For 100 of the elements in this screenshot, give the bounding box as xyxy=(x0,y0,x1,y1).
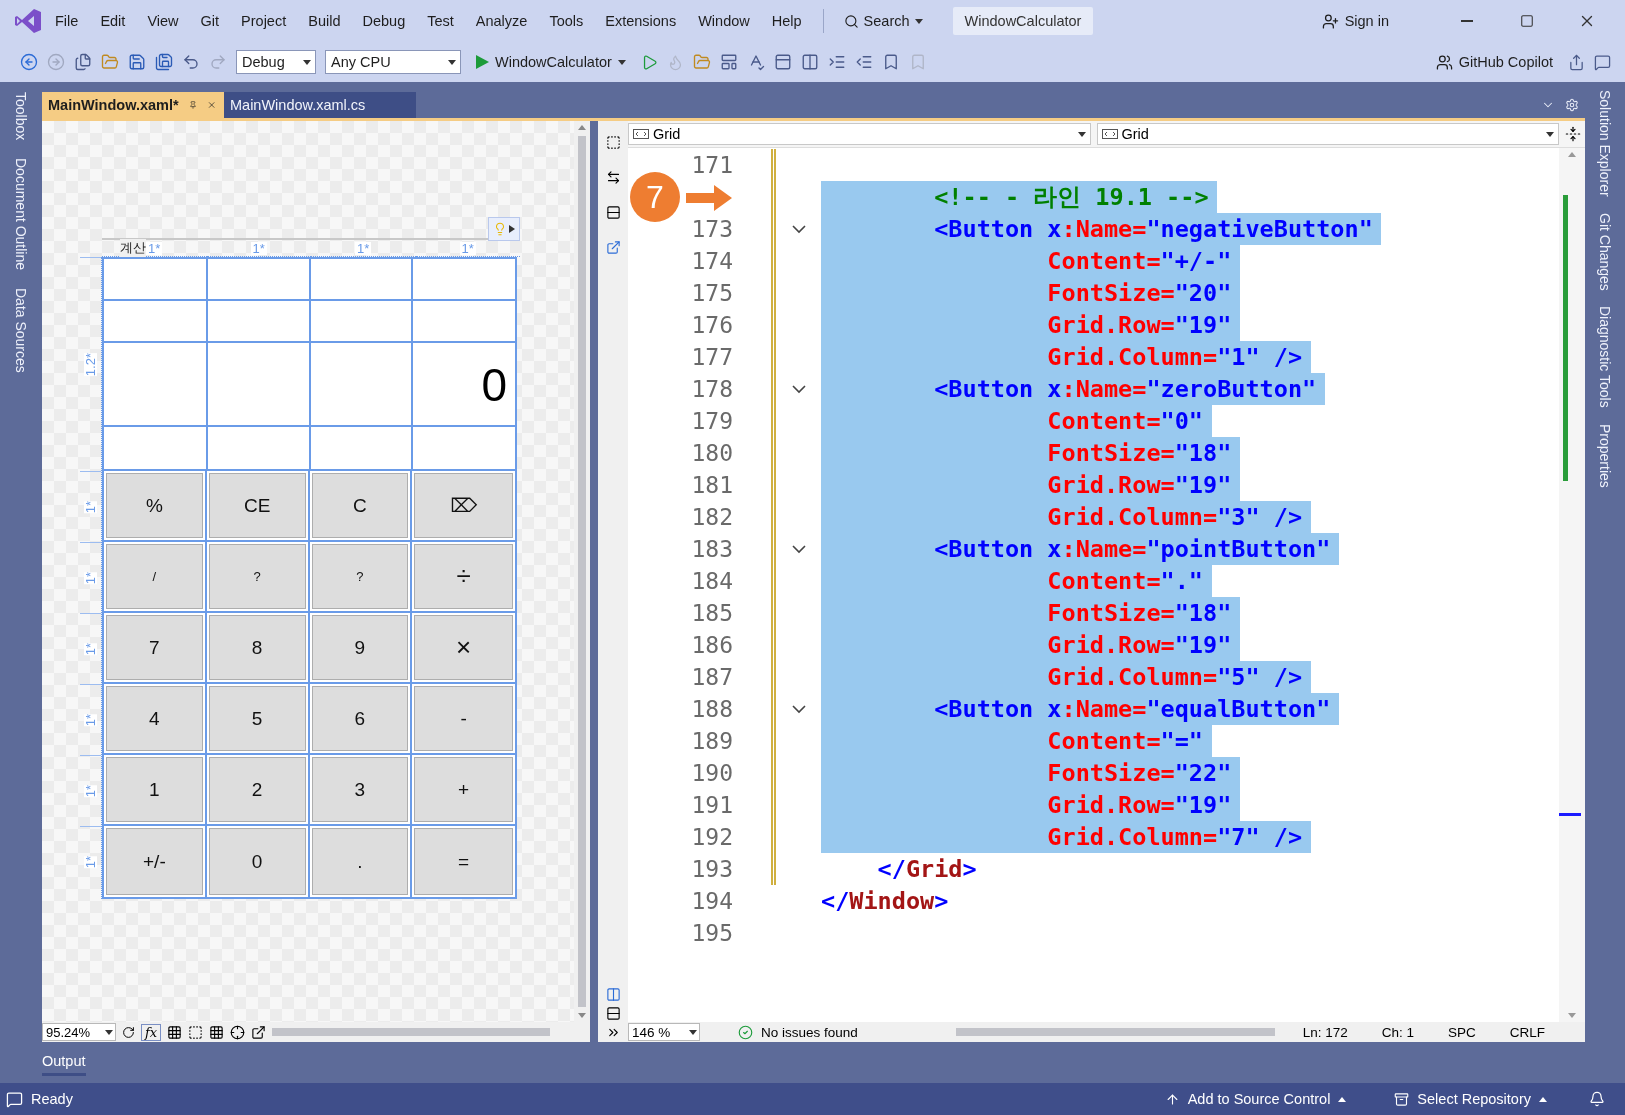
new-item-icon[interactable] xyxy=(74,53,92,71)
chevron-down-icon[interactable] xyxy=(792,224,806,234)
tool-window-tab[interactable]: Properties xyxy=(1597,424,1613,488)
refresh-icon[interactable] xyxy=(122,1025,135,1039)
calculator-button[interactable]: 5 xyxy=(208,686,306,751)
calculator-button[interactable]: + xyxy=(414,757,513,822)
tool-window-tab[interactable]: Toolbox xyxy=(13,92,29,141)
menu-item[interactable]: Help xyxy=(762,9,811,33)
tool-window-tab[interactable]: Diagnostic Tools xyxy=(1597,306,1613,409)
calculator-button[interactable]: 4 xyxy=(106,686,203,751)
calculator-button[interactable]: ÷ xyxy=(414,544,513,609)
outdent-icon[interactable] xyxy=(854,53,873,71)
document-tab[interactable]: MainWindow.xaml* xyxy=(42,92,224,118)
menu-item[interactable]: Edit xyxy=(91,9,135,33)
repository-button[interactable]: Select Repository xyxy=(1388,1090,1553,1108)
chevron-down-icon[interactable] xyxy=(792,544,806,554)
calculator-grid[interactable]: 0 % CE C ⌦ / ? ? ÷ 7 8 9 × 4 5 6 - 1 2 3 + +/- 0 . = xyxy=(102,257,517,899)
menu-item[interactable]: Git xyxy=(191,9,229,33)
calculator-button[interactable]: 7 xyxy=(106,615,203,680)
calculator-button[interactable]: 6 xyxy=(311,686,409,751)
menu-item[interactable]: Tools xyxy=(540,9,593,33)
horizontal-scrollbar[interactable] xyxy=(955,1027,1275,1037)
layout-icon[interactable] xyxy=(719,53,738,71)
tool-window-tab[interactable]: Data Sources xyxy=(13,288,29,374)
menu-item[interactable]: Analyze xyxy=(466,9,537,33)
calculator-button[interactable]: 8 xyxy=(208,615,306,680)
zoom-dropdown[interactable]: 146 % xyxy=(628,1023,700,1041)
copilot-button[interactable]: GitHub Copilot xyxy=(1429,52,1559,72)
element-dropdown[interactable]: Grid xyxy=(1096,123,1559,145)
pin-icon[interactable] xyxy=(188,99,197,111)
calculator-button[interactable]: . xyxy=(311,828,409,895)
dashed-square-icon[interactable] xyxy=(188,1024,204,1040)
calculator-button[interactable]: CE xyxy=(208,473,306,538)
start-button[interactable]: WindowCalculator xyxy=(470,53,632,71)
search-button[interactable]: Search xyxy=(835,9,931,33)
calculator-button[interactable]: 9 xyxy=(311,615,409,680)
menu-item[interactable]: Project xyxy=(232,9,296,33)
calculator-button[interactable]: = xyxy=(414,828,513,895)
sign-in-button[interactable]: Sign in xyxy=(1315,11,1395,31)
dashed-square-icon[interactable] xyxy=(605,135,621,150)
calculator-button[interactable]: +/- xyxy=(106,828,203,895)
tool-window-tab[interactable]: Git Changes xyxy=(1597,212,1613,291)
external-link-icon[interactable] xyxy=(251,1024,267,1040)
menu-item[interactable]: Debug xyxy=(353,9,415,33)
crosshair-icon[interactable] xyxy=(230,1024,246,1040)
columns-icon[interactable] xyxy=(800,53,819,71)
calculator-button[interactable]: × xyxy=(414,615,513,680)
calculator-button[interactable]: % xyxy=(106,473,203,538)
back-icon[interactable] xyxy=(20,53,38,71)
output-tab[interactable]: Output xyxy=(42,1049,86,1076)
feedback-icon[interactable] xyxy=(1594,53,1611,71)
rows-icon[interactable] xyxy=(605,1006,621,1021)
calculator-button[interactable]: - xyxy=(414,686,513,751)
menu-item[interactable]: Window xyxy=(689,9,759,33)
swap-icon[interactable] xyxy=(605,170,621,185)
calculator-button[interactable]: 3 xyxy=(311,757,409,822)
panel-icon[interactable] xyxy=(773,53,792,71)
calculator-button[interactable]: ⌦ xyxy=(414,473,513,538)
tool-window-tab[interactable]: Solution Explorer xyxy=(1597,90,1613,197)
menu-item[interactable]: Extensions xyxy=(596,9,686,33)
menu-item[interactable]: Test xyxy=(418,9,463,33)
quick-actions-button[interactable] xyxy=(488,217,520,241)
vertical-scrollbar[interactable] xyxy=(1559,148,1585,1022)
formula-toggle[interactable]: fx xyxy=(141,1023,162,1041)
grid-icon[interactable] xyxy=(209,1024,225,1040)
issues-status[interactable]: No issues found xyxy=(761,1024,858,1040)
calculator-button[interactable]: 2 xyxy=(208,757,306,822)
columns-icon[interactable] xyxy=(605,987,621,1002)
calculator-button[interactable]: 1 xyxy=(106,757,203,822)
menu-item[interactable]: File xyxy=(46,9,88,33)
cursor-info[interactable]: Ch: 1 xyxy=(1381,1024,1414,1040)
configuration-dropdown[interactable]: Debug xyxy=(236,50,316,74)
menu-item[interactable]: Build xyxy=(299,9,350,33)
settings-icon[interactable] xyxy=(1565,98,1579,112)
element-dropdown[interactable]: Grid xyxy=(628,123,1091,145)
share-icon[interactable] xyxy=(1568,53,1585,71)
chevron-down-icon[interactable] xyxy=(792,704,806,714)
chevron-down-icon[interactable] xyxy=(792,384,806,394)
calculator-button[interactable]: / xyxy=(106,544,203,609)
save-all-icon[interactable] xyxy=(155,53,173,71)
cursor-info[interactable]: CRLF xyxy=(1509,1024,1545,1040)
rows-icon[interactable] xyxy=(605,205,621,220)
zoom-dropdown[interactable]: 95.24% xyxy=(42,1023,116,1041)
cursor-info[interactable]: SPC xyxy=(1447,1024,1476,1040)
menu-item[interactable]: View xyxy=(138,9,188,33)
cursor-info[interactable]: Ln: 172 xyxy=(1302,1024,1348,1040)
horizontal-scrollbar[interactable] xyxy=(272,1027,550,1037)
platform-dropdown[interactable]: Any CPU xyxy=(325,50,461,74)
bell-icon[interactable] xyxy=(1589,1091,1605,1107)
save-icon[interactable] xyxy=(128,53,146,71)
document-tab[interactable]: MainWindow.xaml.cs xyxy=(224,92,416,118)
grid-icon[interactable] xyxy=(167,1024,183,1040)
undo-icon[interactable] xyxy=(182,53,200,71)
source-control-button[interactable]: Add to Source Control xyxy=(1158,1090,1353,1108)
calculator-button[interactable]: 0 xyxy=(208,828,306,895)
calculator-button[interactable]: ? xyxy=(208,544,306,609)
indent-icon[interactable] xyxy=(827,53,846,71)
calculator-button[interactable]: C xyxy=(311,473,409,538)
split-icon[interactable] xyxy=(1565,126,1581,142)
tool-window-tab[interactable]: Document Outline xyxy=(13,158,29,271)
